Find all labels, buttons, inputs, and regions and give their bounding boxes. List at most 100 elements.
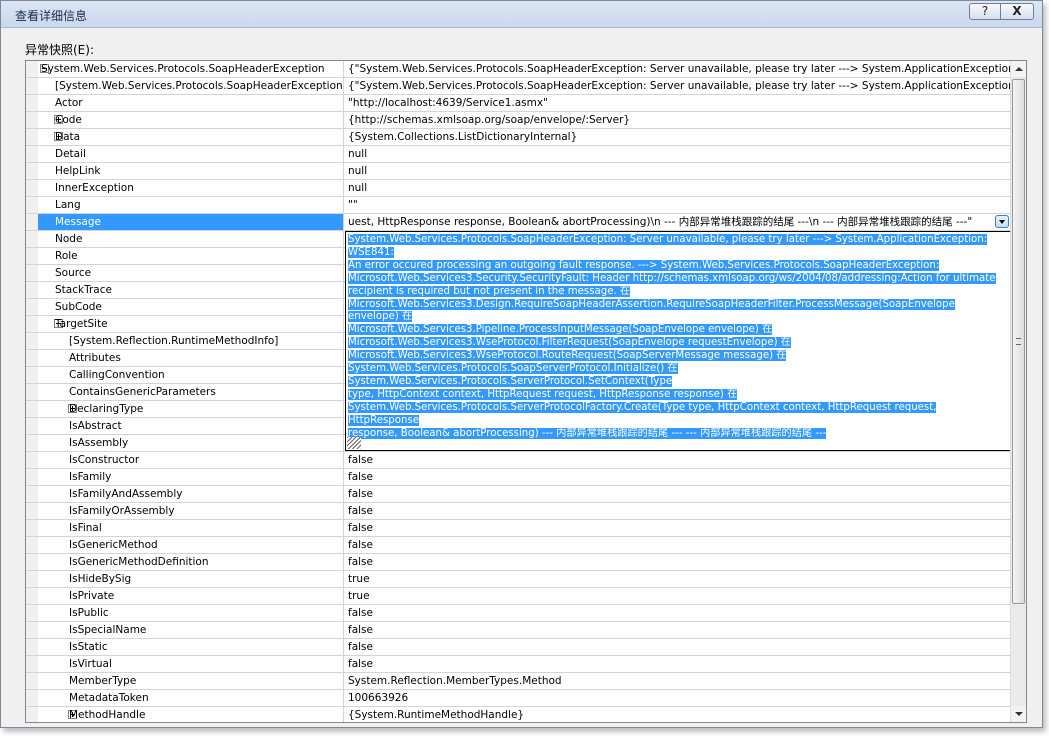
property-name[interactable]: IsVirtual <box>38 656 344 672</box>
property-value[interactable]: false <box>345 656 1011 672</box>
property-name[interactable]: Lang <box>38 197 344 213</box>
property-value[interactable]: null <box>345 146 1011 162</box>
property-name[interactable]: IsFamilyOrAssembly <box>38 503 344 519</box>
close-button[interactable]: X <box>1000 3 1034 20</box>
property-name[interactable]: IsPrivate <box>38 588 344 604</box>
property-value[interactable]: false <box>345 554 1011 570</box>
property-row[interactable]: IsSpecialName false <box>26 622 1011 639</box>
property-name[interactable]: SubCode <box>38 299 344 315</box>
property-value[interactable]: null <box>345 180 1011 196</box>
property-name[interactable]: IsHideBySig <box>38 571 344 587</box>
property-value[interactable]: true <box>345 588 1011 604</box>
vertical-scrollbar[interactable] <box>1010 61 1026 722</box>
property-name[interactable]: [System.Reflection.RuntimeMethodInfo] <box>38 333 344 349</box>
property-value[interactable]: false <box>345 469 1011 485</box>
property-name[interactable]: IsAbstract <box>38 418 344 434</box>
property-name[interactable]: IsSpecialName <box>38 622 344 638</box>
property-value[interactable]: "" <box>345 197 1011 213</box>
property-row[interactable]: IsStatic false <box>26 639 1011 656</box>
property-name[interactable]: IsFamily <box>38 469 344 485</box>
property-row[interactable]: IsPublic false <box>26 605 1011 622</box>
property-name[interactable]: Node <box>38 231 344 247</box>
exception-property-grid[interactable]: System.Web.Services.Protocols.SoapHeader… <box>25 60 1027 723</box>
property-name[interactable]: MethodHandle <box>38 707 344 722</box>
property-row[interactable]: System.Web.Services.Protocols.SoapHeader… <box>26 61 1011 78</box>
property-name[interactable]: IsPublic <box>38 605 344 621</box>
property-row[interactable]: IsVirtual false <box>26 656 1011 673</box>
property-row[interactable]: MetadataToken 100663926 <box>26 690 1011 707</box>
property-row[interactable]: IsConstructor false <box>26 452 1011 469</box>
property-name[interactable]: Detail <box>38 146 344 162</box>
property-row[interactable]: IsFamilyOrAssembly false <box>26 503 1011 520</box>
property-row[interactable]: Code {http://schemas.xmlsoap.org/soap/env… <box>26 112 1011 129</box>
property-value[interactable]: {System.RuntimeMethodHandle} <box>345 707 1011 722</box>
property-row[interactable]: Lang "" <box>26 197 1011 214</box>
scroll-up-icon[interactable] <box>1011 61 1026 77</box>
property-name[interactable]: Actor <box>38 95 344 111</box>
property-row[interactable]: Detail null <box>26 146 1011 163</box>
property-name[interactable]: Source <box>38 265 344 281</box>
property-row[interactable]: IsFinal false <box>26 520 1011 537</box>
property-row[interactable]: Message uest, HttpResponse response, Bool… <box>26 214 1011 231</box>
property-value[interactable]: uest, HttpResponse response, Boolean& ab… <box>345 214 1011 230</box>
property-name[interactable]: MemberType <box>38 673 344 689</box>
property-row[interactable]: MemberType System.Reflection.MemberTypes.… <box>26 673 1011 690</box>
scroll-thumb[interactable] <box>1012 79 1025 604</box>
property-row[interactable]: [System.Web.Services.Protocols.SoapHeade… <box>26 78 1011 95</box>
property-value[interactable]: System.Reflection.MemberTypes.Method <box>345 673 1011 689</box>
property-row[interactable]: IsPrivate true <box>26 588 1011 605</box>
property-value[interactable]: false <box>345 622 1011 638</box>
property-name[interactable]: IsStatic <box>38 639 344 655</box>
property-name[interactable]: ContainsGenericParameters <box>38 384 344 400</box>
property-row[interactable]: Actor "http://localhost:4639/Service1.asm… <box>26 95 1011 112</box>
property-name[interactable]: MetadataToken <box>38 690 344 706</box>
property-row[interactable]: IsFamilyAndAssembly false <box>26 486 1011 503</box>
property-name[interactable]: IsGenericMethod <box>38 537 344 553</box>
property-row[interactable]: IsGenericMethodDefinition false <box>26 554 1011 571</box>
property-value[interactable]: false <box>345 639 1011 655</box>
property-row[interactable]: IsHideBySig true <box>26 571 1011 588</box>
property-value[interactable]: true <box>345 571 1011 587</box>
property-name[interactable]: CallingConvention <box>38 367 344 383</box>
property-value[interactable]: false <box>345 537 1011 553</box>
property-name[interactable]: HelpLink <box>38 163 344 179</box>
property-row[interactable]: IsGenericMethod false <box>26 537 1011 554</box>
message-full-text[interactable]: System.Web.Services.Protocols.SoapHeader… <box>348 234 1003 441</box>
property-value[interactable]: {System.Collections.ListDictionaryIntern… <box>345 129 1011 145</box>
property-row[interactable]: MethodHandle {System.RuntimeMethodHandle} <box>26 707 1011 722</box>
property-name[interactable]: TargetSite <box>38 316 344 332</box>
property-row[interactable]: HelpLink null <box>26 163 1011 180</box>
property-value[interactable]: false <box>345 486 1011 502</box>
property-value[interactable]: null <box>345 163 1011 179</box>
property-name[interactable]: [System.Web.Services.Protocols.SoapHeade… <box>38 78 344 94</box>
property-name[interactable]: IsAssembly <box>38 435 344 451</box>
message-value-popup[interactable]: System.Web.Services.Protocols.SoapHeader… <box>345 231 1011 451</box>
property-value[interactable]: "http://localhost:4639/Service1.asmx" <box>345 95 1011 111</box>
property-value[interactable]: false <box>345 452 1011 468</box>
property-row[interactable]: Data {System.Collections.ListDictionaryIn… <box>26 129 1011 146</box>
property-row[interactable]: IsFamily false <box>26 469 1011 486</box>
scroll-down-icon[interactable] <box>1011 706 1026 722</box>
property-value[interactable]: false <box>345 503 1011 519</box>
property-value[interactable]: 100663926 <box>345 690 1011 706</box>
resize-grip-icon[interactable] <box>347 437 361 449</box>
property-name[interactable]: IsConstructor <box>38 452 344 468</box>
property-name[interactable]: Message <box>38 214 344 230</box>
property-name[interactable]: Attributes <box>38 350 344 366</box>
property-name[interactable]: Role <box>38 248 344 264</box>
property-name[interactable]: StackTrace <box>38 282 344 298</box>
property-name[interactable]: IsFinal <box>38 520 344 536</box>
dropdown-arrow-icon[interactable] <box>995 215 1009 228</box>
property-name[interactable]: IsFamilyAndAssembly <box>38 486 344 502</box>
property-value[interactable]: false <box>345 605 1011 621</box>
property-value[interactable]: {"System.Web.Services.Protocols.SoapHead… <box>345 78 1011 94</box>
property-value[interactable]: {"System.Web.Services.Protocols.SoapHead… <box>345 61 1011 77</box>
property-name[interactable]: DeclaringType <box>38 401 344 417</box>
property-name[interactable]: System.Web.Services.Protocols.SoapHeader… <box>38 61 344 77</box>
property-name[interactable]: Data <box>38 129 344 145</box>
property-value[interactable]: {http://schemas.xmlsoap.org/soap/envelop… <box>345 112 1011 128</box>
property-name[interactable]: IsGenericMethodDefinition <box>38 554 344 570</box>
property-row[interactable]: InnerException null <box>26 180 1011 197</box>
help-button[interactable]: ? <box>969 3 1001 20</box>
property-name[interactable]: InnerException <box>38 180 344 196</box>
